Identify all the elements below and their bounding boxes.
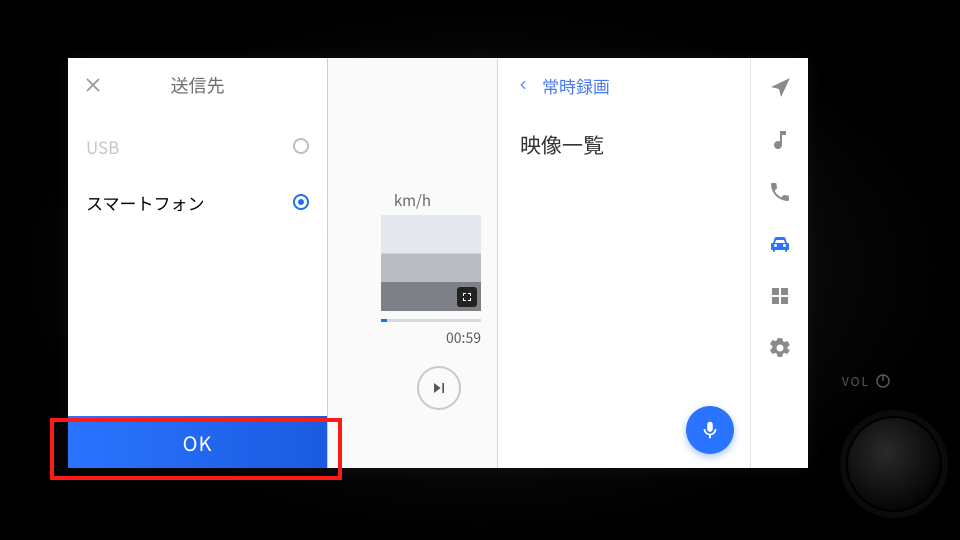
ok-button[interactable]: OK bbox=[68, 416, 327, 468]
panel-header: 送信先 bbox=[68, 58, 327, 112]
volume-label: VOL bbox=[842, 372, 892, 390]
close-icon[interactable] bbox=[82, 74, 104, 96]
device-bezel: 送信先 USB スマートフォン OK km/h bbox=[0, 0, 960, 540]
car-icon[interactable] bbox=[766, 230, 794, 258]
side-rail bbox=[750, 58, 808, 468]
fullscreen-icon[interactable] bbox=[457, 287, 477, 307]
list-back[interactable]: 常時録画 bbox=[498, 58, 750, 112]
apps-icon[interactable] bbox=[766, 282, 794, 310]
option-smartphone[interactable]: スマートフォン bbox=[86, 174, 309, 230]
playback-pane: km/h 00:59 bbox=[328, 58, 498, 468]
power-icon bbox=[874, 372, 892, 390]
list-pane: 常時録画 映像一覧 bbox=[498, 58, 750, 468]
settings-icon[interactable] bbox=[766, 334, 794, 362]
speed-unit: km/h bbox=[394, 190, 431, 211]
phone-icon[interactable] bbox=[766, 178, 794, 206]
volume-knob[interactable] bbox=[846, 416, 942, 512]
music-icon[interactable] bbox=[766, 126, 794, 154]
option-usb[interactable]: USB bbox=[86, 118, 309, 174]
option-label: USB bbox=[86, 134, 119, 159]
video-thumbnail[interactable] bbox=[381, 215, 481, 311]
seek-bar[interactable] bbox=[381, 319, 481, 322]
voice-button[interactable] bbox=[686, 406, 734, 454]
option-label: スマートフォン bbox=[86, 190, 205, 215]
destination-panel: 送信先 USB スマートフォン OK bbox=[68, 58, 328, 468]
navigation-icon[interactable] bbox=[766, 74, 794, 102]
next-button[interactable] bbox=[417, 366, 461, 410]
section-title: 映像一覧 bbox=[498, 112, 750, 160]
radio-icon bbox=[293, 194, 309, 210]
chevron-left-icon bbox=[516, 73, 530, 97]
display-screen: 送信先 USB スマートフォン OK km/h bbox=[68, 58, 808, 468]
duration-label: 00:59 bbox=[446, 328, 481, 348]
radio-icon bbox=[293, 138, 309, 154]
panel-options: USB スマートフォン bbox=[68, 112, 327, 416]
ok-label: OK bbox=[183, 428, 213, 457]
back-label: 常時録画 bbox=[542, 73, 610, 98]
panel-title: 送信先 bbox=[171, 72, 225, 98]
